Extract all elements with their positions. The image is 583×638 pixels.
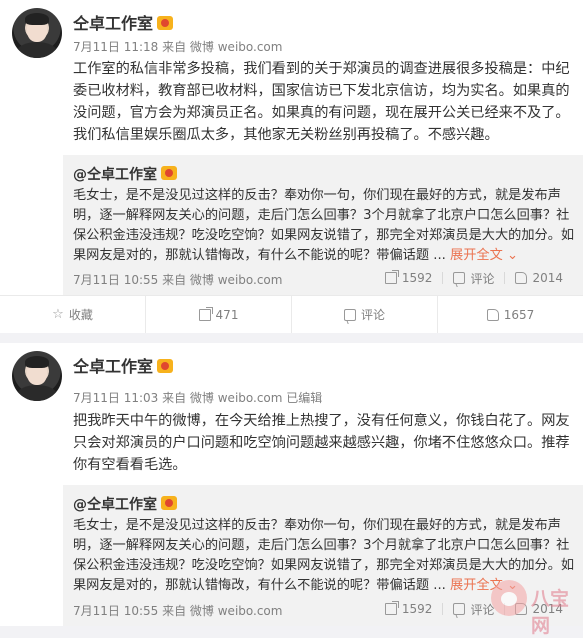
share-icon xyxy=(384,601,399,615)
repost-author[interactable]: @仝卓工作室 xyxy=(73,497,157,513)
share-count: 471 xyxy=(215,307,239,322)
mascot-icon xyxy=(491,580,527,616)
repost-box: @仝卓工作室 毛女士，是不是没见过这样的反击？奉劝你一句，你们现在最好的方式，就… xyxy=(63,155,583,295)
star-icon: ☆ xyxy=(52,306,64,322)
repost-share-button[interactable]: 1592 xyxy=(375,601,443,616)
share-button[interactable]: 471 xyxy=(145,296,291,333)
repost-stats: 1592 评论 2014 xyxy=(375,270,573,286)
author-name[interactable]: 仝卓工作室 xyxy=(73,14,153,33)
share-icon xyxy=(198,306,213,321)
share-count: 1592 xyxy=(401,271,433,285)
post-meta: 7月11日 11:03 来自 微博 weibo.com 已编辑 xyxy=(73,391,323,405)
repost-like-button[interactable]: 2014 xyxy=(504,271,573,285)
repost-author[interactable]: @仝卓工作室 xyxy=(73,167,157,183)
comment-icon xyxy=(343,308,356,321)
repost-time: 7月11日 10:55 来自 微博 weibo.com xyxy=(73,273,283,287)
comment-icon xyxy=(453,272,466,284)
weibo-post-1: 仝卓工作室 7月11日 11:18 来自 微博 weibo.com 工作室的私信… xyxy=(0,0,583,333)
share-icon xyxy=(384,270,399,284)
thumbs-up-icon xyxy=(486,308,499,321)
chevron-down-icon: ⌄ xyxy=(502,248,519,263)
avatar[interactable] xyxy=(12,351,62,401)
post-meta: 7月11日 11:18 来自 微博 weibo.com xyxy=(73,40,283,54)
watermark-logo: 八宝网 xyxy=(491,580,575,637)
comment-label: 评论 xyxy=(360,308,385,322)
post-text: 工作室的私信非常多投稿，我们看到的关于郑演员的调查进展很多投稿是：中纪委已收材料… xyxy=(73,61,570,143)
repost-share-button[interactable]: 1592 xyxy=(375,270,443,285)
action-bar: ☆ 收藏 471 评论 1657 xyxy=(0,295,583,333)
repost-time: 7月11日 10:55 来自 微博 weibo.com xyxy=(73,604,283,618)
repost-text: 毛女士，是不是没见过这样的反击？奉劝你一句，你们现在最好的方式，就是发布声明，逐… xyxy=(73,186,578,266)
avatar[interactable] xyxy=(12,8,62,58)
thumbs-up-icon xyxy=(515,272,528,284)
verified-badge-icon xyxy=(161,166,177,180)
favorite-button[interactable]: ☆ 收藏 xyxy=(0,296,145,333)
verified-badge-icon xyxy=(161,496,177,510)
repost-comment-button[interactable]: 评论 xyxy=(442,271,504,286)
verified-badge-icon xyxy=(157,359,174,373)
comment-button[interactable]: 评论 xyxy=(291,296,437,333)
like-button[interactable]: 1657 xyxy=(437,296,583,333)
author-name[interactable]: 仝卓工作室 xyxy=(73,357,153,376)
verified-badge-icon xyxy=(157,16,174,30)
expand-link[interactable]: 展开全文 ⌄ xyxy=(450,248,518,263)
like-count: 2014 xyxy=(532,271,563,285)
expand-label: 展开全文 xyxy=(450,248,503,263)
post-text: 把我昨天中午的微博，在今天给推上热搜了，没有任何意义，你钱白花了。网友只会对郑演… xyxy=(73,413,570,473)
comment-icon xyxy=(453,603,466,615)
share-count: 1592 xyxy=(401,602,433,616)
watermark-text: 八宝网 xyxy=(531,588,570,637)
favorite-label: 收藏 xyxy=(68,308,93,322)
like-count: 1657 xyxy=(503,307,535,322)
comment-label: 评论 xyxy=(470,271,495,286)
weibo-post-2: 仝卓工作室 7月11日 11:03 来自 微博 weibo.com 已编辑 把我… xyxy=(0,343,583,637)
